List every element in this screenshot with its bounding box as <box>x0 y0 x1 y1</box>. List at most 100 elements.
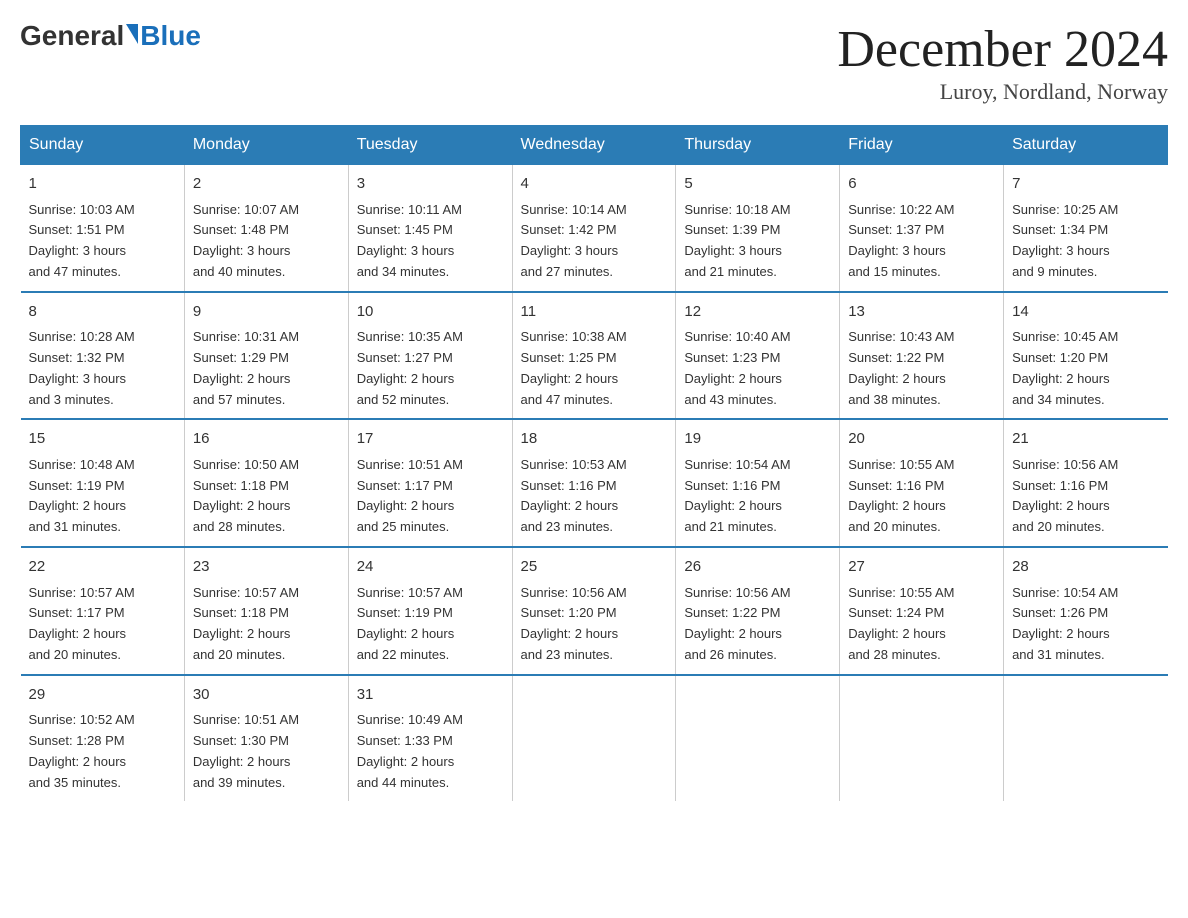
day-number: 9 <box>193 301 340 324</box>
day-number: 18 <box>521 428 668 451</box>
day-info: Sunrise: 10:18 AMSunset: 1:39 PMDaylight… <box>684 200 831 283</box>
logo-triangle-icon <box>126 24 138 44</box>
calendar-day-cell: 18 Sunrise: 10:53 AMSunset: 1:16 PMDaylig… <box>512 419 676 547</box>
calendar-day-cell: 5 Sunrise: 10:18 AMSunset: 1:39 PMDayligh… <box>676 165 840 292</box>
day-number: 3 <box>357 173 504 196</box>
calendar-table: Sunday Monday Tuesday Wednesday Thursday… <box>20 125 1168 801</box>
col-friday: Friday <box>840 126 1004 165</box>
calendar-day-cell: 13 Sunrise: 10:43 AMSunset: 1:22 PMDaylig… <box>840 292 1004 420</box>
calendar-week-row: 15 Sunrise: 10:48 AMSunset: 1:19 PMDaylig… <box>21 419 1168 547</box>
day-info: Sunrise: 10:57 AMSunset: 1:18 PMDaylight… <box>193 583 340 666</box>
day-info: Sunrise: 10:38 AMSunset: 1:25 PMDaylight… <box>521 327 668 410</box>
day-number: 27 <box>848 556 995 579</box>
day-number: 16 <box>193 428 340 451</box>
day-number: 8 <box>29 301 176 324</box>
day-number: 22 <box>29 556 176 579</box>
calendar-day-cell: 31 Sunrise: 10:49 AMSunset: 1:33 PMDaylig… <box>348 675 512 802</box>
day-number: 31 <box>357 684 504 707</box>
calendar-day-cell <box>676 675 840 802</box>
day-info: Sunrise: 10:11 AMSunset: 1:45 PMDaylight… <box>357 200 504 283</box>
col-tuesday: Tuesday <box>348 126 512 165</box>
day-number: 1 <box>29 173 176 196</box>
day-info: Sunrise: 10:56 AMSunset: 1:20 PMDaylight… <box>521 583 668 666</box>
calendar-day-cell: 30 Sunrise: 10:51 AMSunset: 1:30 PMDaylig… <box>184 675 348 802</box>
day-info: Sunrise: 10:55 AMSunset: 1:16 PMDaylight… <box>848 455 995 538</box>
page-header: General Blue December 2024 Luroy, Nordla… <box>20 20 1168 105</box>
calendar-day-cell: 7Sunrise: 10:25 AMSunset: 1:34 PMDayligh… <box>1004 165 1168 292</box>
calendar-day-cell <box>1004 675 1168 802</box>
day-number: 30 <box>193 684 340 707</box>
day-info: Sunrise: 10:56 AMSunset: 1:16 PMDaylight… <box>1012 455 1159 538</box>
calendar-day-cell <box>840 675 1004 802</box>
day-info: Sunrise: 10:07 AMSunset: 1:48 PMDaylight… <box>193 200 340 283</box>
day-number: 11 <box>521 301 668 324</box>
calendar-day-cell: 28Sunrise: 10:54 AMSunset: 1:26 PMDaylig… <box>1004 547 1168 675</box>
day-info: Sunrise: 10:57 AMSunset: 1:19 PMDaylight… <box>357 583 504 666</box>
day-number: 23 <box>193 556 340 579</box>
day-info: Sunrise: 10:54 AMSunset: 1:16 PMDaylight… <box>684 455 831 538</box>
day-info: Sunrise: 10:03 AMSunset: 1:51 PMDaylight… <box>29 200 176 283</box>
col-monday: Monday <box>184 126 348 165</box>
day-info: Sunrise: 10:56 AMSunset: 1:22 PMDaylight… <box>684 583 831 666</box>
day-number: 24 <box>357 556 504 579</box>
day-number: 20 <box>848 428 995 451</box>
day-info: Sunrise: 10:49 AMSunset: 1:33 PMDaylight… <box>357 710 504 793</box>
calendar-day-cell: 1 Sunrise: 10:03 AMSunset: 1:51 PMDayligh… <box>21 165 185 292</box>
day-info: Sunrise: 10:22 AMSunset: 1:37 PMDaylight… <box>848 200 995 283</box>
day-number: 13 <box>848 301 995 324</box>
calendar-day-cell: 27 Sunrise: 10:55 AMSunset: 1:24 PMDaylig… <box>840 547 1004 675</box>
logo: General Blue <box>20 20 201 52</box>
day-number: 14 <box>1012 301 1159 324</box>
col-thursday: Thursday <box>676 126 840 165</box>
day-info: Sunrise: 10:53 AMSunset: 1:16 PMDaylight… <box>521 455 668 538</box>
logo-blue-text: Blue <box>140 20 201 52</box>
calendar-day-cell: 4Sunrise: 10:14 AMSunset: 1:42 PMDayligh… <box>512 165 676 292</box>
day-number: 2 <box>193 173 340 196</box>
day-info: Sunrise: 10:48 AMSunset: 1:19 PMDaylight… <box>29 455 176 538</box>
calendar-day-cell: 11 Sunrise: 10:38 AMSunset: 1:25 PMDaylig… <box>512 292 676 420</box>
day-number: 10 <box>357 301 504 324</box>
calendar-day-cell <box>512 675 676 802</box>
calendar-day-cell: 23 Sunrise: 10:57 AMSunset: 1:18 PMDaylig… <box>184 547 348 675</box>
col-wednesday: Wednesday <box>512 126 676 165</box>
day-number: 15 <box>29 428 176 451</box>
day-info: Sunrise: 10:55 AMSunset: 1:24 PMDaylight… <box>848 583 995 666</box>
day-number: 28 <box>1012 556 1159 579</box>
day-info: Sunrise: 10:51 AMSunset: 1:30 PMDaylight… <box>193 710 340 793</box>
day-info: Sunrise: 10:50 AMSunset: 1:18 PMDaylight… <box>193 455 340 538</box>
logo-general-text: General <box>20 20 124 52</box>
calendar-day-cell: 22 Sunrise: 10:57 AMSunset: 1:17 PMDaylig… <box>21 547 185 675</box>
calendar-day-cell: 14 Sunrise: 10:45 AMSunset: 1:20 PMDaylig… <box>1004 292 1168 420</box>
calendar-day-cell: 15 Sunrise: 10:48 AMSunset: 1:19 PMDaylig… <box>21 419 185 547</box>
day-number: 26 <box>684 556 831 579</box>
day-number: 19 <box>684 428 831 451</box>
day-info: Sunrise: 10:45 AMSunset: 1:20 PMDaylight… <box>1012 327 1159 410</box>
day-number: 21 <box>1012 428 1159 451</box>
day-number: 6 <box>848 173 995 196</box>
day-info: Sunrise: 10:51 AMSunset: 1:17 PMDaylight… <box>357 455 504 538</box>
day-info: Sunrise: 10:35 AMSunset: 1:27 PMDaylight… <box>357 327 504 410</box>
col-sunday: Sunday <box>21 126 185 165</box>
calendar-day-cell: 17 Sunrise: 10:51 AMSunset: 1:17 PMDaylig… <box>348 419 512 547</box>
day-info: Sunrise: 10:57 AMSunset: 1:17 PMDaylight… <box>29 583 176 666</box>
calendar-day-cell: 26 Sunrise: 10:56 AMSunset: 1:22 PMDaylig… <box>676 547 840 675</box>
calendar-day-cell: 8 Sunrise: 10:28 AMSunset: 1:32 PMDayligh… <box>21 292 185 420</box>
calendar-day-cell: 24 Sunrise: 10:57 AMSunset: 1:19 PMDaylig… <box>348 547 512 675</box>
calendar-day-cell: 2 Sunrise: 10:07 AMSunset: 1:48 PMDayligh… <box>184 165 348 292</box>
day-number: 17 <box>357 428 504 451</box>
calendar-day-cell: 6 Sunrise: 10:22 AMSunset: 1:37 PMDayligh… <box>840 165 1004 292</box>
calendar-day-cell: 20 Sunrise: 10:55 AMSunset: 1:16 PMDaylig… <box>840 419 1004 547</box>
day-info: Sunrise: 10:52 AMSunset: 1:28 PMDaylight… <box>29 710 176 793</box>
day-number: 5 <box>684 173 831 196</box>
title-section: December 2024 Luroy, Nordland, Norway <box>837 20 1168 105</box>
calendar-day-cell: 10 Sunrise: 10:35 AMSunset: 1:27 PMDaylig… <box>348 292 512 420</box>
day-info: Sunrise: 10:28 AMSunset: 1:32 PMDaylight… <box>29 327 176 410</box>
day-number: 29 <box>29 684 176 707</box>
day-number: 25 <box>521 556 668 579</box>
calendar-week-row: 29 Sunrise: 10:52 AMSunset: 1:28 PMDaylig… <box>21 675 1168 802</box>
day-info: Sunrise: 10:31 AMSunset: 1:29 PMDaylight… <box>193 327 340 410</box>
day-info: Sunrise: 10:25 AMSunset: 1:34 PMDaylight… <box>1012 200 1159 283</box>
day-number: 12 <box>684 301 831 324</box>
day-info: Sunrise: 10:14 AMSunset: 1:42 PMDaylight… <box>521 200 668 283</box>
day-info: Sunrise: 10:43 AMSunset: 1:22 PMDaylight… <box>848 327 995 410</box>
